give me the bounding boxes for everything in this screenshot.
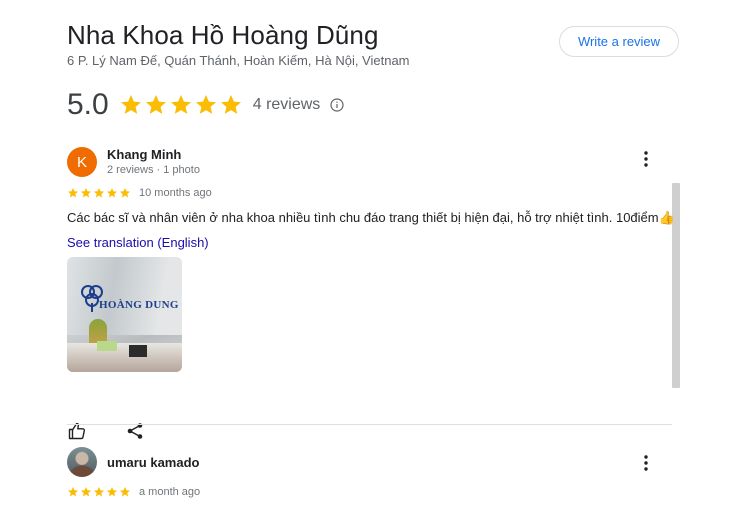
- more-options-button[interactable]: [637, 453, 655, 473]
- review-stars: [67, 486, 131, 498]
- star-icon: [94, 188, 104, 198]
- reviewer-name[interactable]: umaru kamado: [107, 455, 199, 470]
- review-time: 10 months ago: [139, 187, 212, 199]
- star-icon: [120, 95, 141, 114]
- rating-stars: [119, 93, 243, 117]
- star-icon: [68, 487, 78, 497]
- more-options-button[interactable]: [637, 149, 655, 169]
- star-icon: [107, 188, 117, 198]
- rating-value: 5.0: [67, 88, 109, 121]
- review-stars: [67, 187, 131, 199]
- review-count[interactable]: 4 reviews: [253, 96, 321, 114]
- star-icon: [107, 487, 117, 497]
- reviewer-meta: 2 reviews · 1 photo: [107, 164, 200, 176]
- review-photo[interactable]: HOÀNG DUNG: [67, 257, 182, 372]
- star-icon: [120, 188, 130, 198]
- reviewer-name[interactable]: Khang Minh: [107, 147, 181, 162]
- more-vert-icon: [644, 455, 648, 471]
- review-time: a month ago: [139, 486, 201, 498]
- more-vert-icon: [644, 151, 648, 167]
- star-icon: [120, 487, 130, 497]
- avatar[interactable]: K: [67, 147, 97, 177]
- star-icon: [220, 95, 241, 114]
- review-rating: a month ago: [67, 486, 200, 498]
- review-card: umaru kamado a month ago: [67, 447, 672, 507]
- review-divider: [67, 424, 672, 425]
- star-icon: [170, 95, 191, 114]
- star-icon: [145, 95, 166, 114]
- star-icon: [68, 188, 78, 198]
- review-rating: 10 months ago: [67, 187, 212, 199]
- info-icon[interactable]: [330, 98, 344, 112]
- star-icon: [81, 188, 91, 198]
- avatar[interactable]: [67, 447, 97, 477]
- overall-rating: 5.0 4 reviews: [67, 87, 344, 123]
- photo-sign-text: HOÀNG DUNG: [99, 299, 179, 311]
- photo-box: [97, 341, 117, 351]
- review-card: K Khang Minh 2 reviews · 1 photo 10 mont…: [67, 147, 675, 440]
- star-icon: [195, 95, 216, 114]
- photo-screen: [129, 345, 147, 357]
- place-title: Nha Khoa Hồ Hoàng Dũng: [67, 20, 379, 50]
- place-address: 6 P. Lý Nam Đế, Quán Thánh, Hoàn Kiếm, H…: [67, 53, 410, 68]
- star-icon: [81, 487, 91, 497]
- review-text: Các bác sĩ và nhân viên ở nha khoa nhiều…: [67, 210, 675, 225]
- write-review-button[interactable]: Write a review: [559, 26, 679, 57]
- see-translation-link[interactable]: See translation (English): [67, 235, 209, 250]
- photo-desk: [67, 343, 182, 372]
- star-icon: [94, 487, 104, 497]
